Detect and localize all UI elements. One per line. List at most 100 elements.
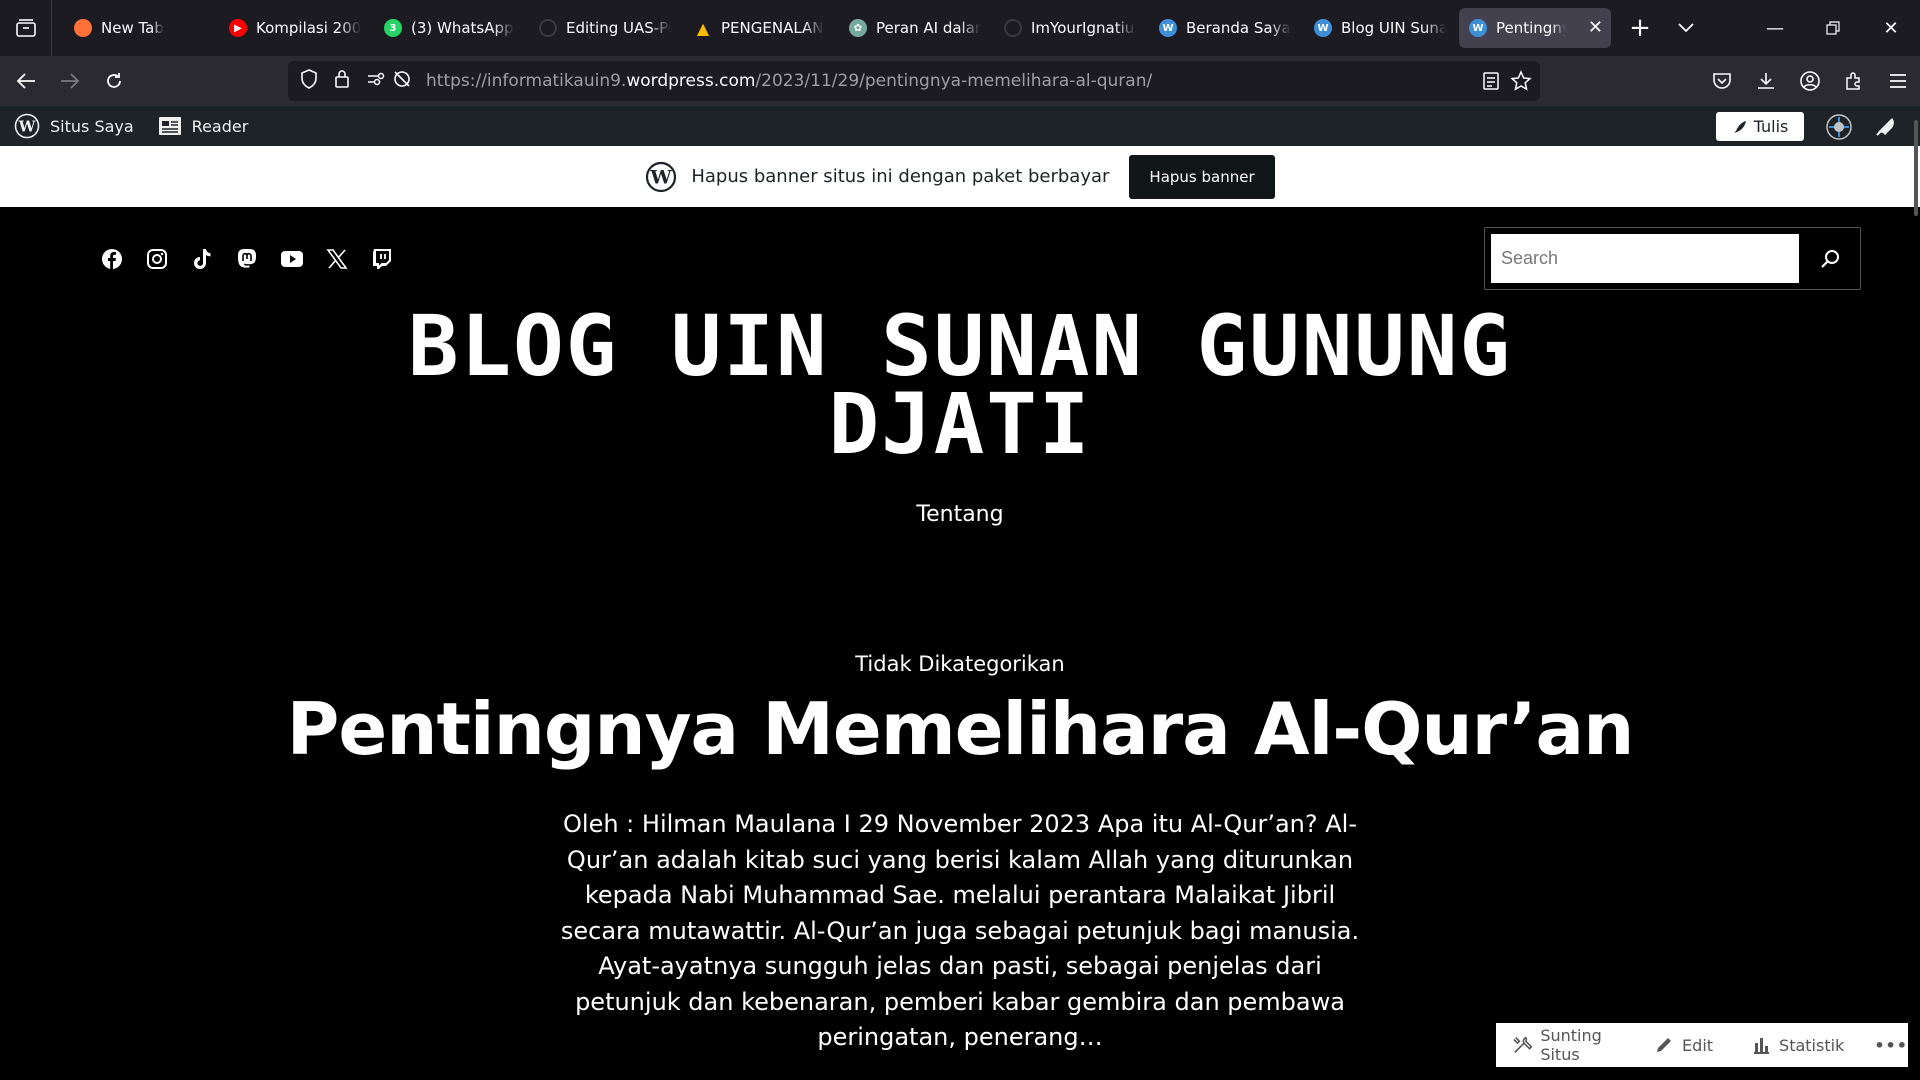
whatsapp-icon: 3 <box>384 19 402 37</box>
wordpress-admin-bar: W Situs Saya Reader Tulis <box>0 106 1920 146</box>
tracking-blocked-icon[interactable] <box>392 69 412 93</box>
browser-tab[interactable]: W Blog UIN Sunan <box>1304 8 1456 48</box>
tab-list-icon[interactable] <box>0 0 52 56</box>
url-text[interactable]: https://informatikauin9.wordpress.com/20… <box>426 71 1152 91</box>
post-category[interactable]: Tidak Dikategorikan <box>0 652 1920 676</box>
pocket-icon[interactable] <box>1700 59 1744 103</box>
reader-view-icon[interactable] <box>1482 71 1500 95</box>
browser-tab[interactable]: ▶ Kompilasi 2000 <box>219 8 371 48</box>
pen-icon <box>1733 120 1746 133</box>
browser-tab[interactable]: ImYourIgnatius <box>994 8 1146 48</box>
browser-tab[interactable]: New Tab <box>64 8 216 48</box>
account-icon[interactable] <box>1788 59 1832 103</box>
navigation-toolbar: https://informatikauin9.wordpress.com/20… <box>0 56 1920 106</box>
browser-tab[interactable]: Editing UAS-Pe <box>529 8 681 48</box>
url-host: wordpress.com <box>626 71 756 91</box>
my-sites-link[interactable]: W Situs Saya <box>14 113 134 139</box>
permissions-icon[interactable] <box>366 71 386 91</box>
youtube-icon: ▶ <box>229 19 247 37</box>
site-title[interactable]: Blog UIN Sunan Gunung Djati <box>0 304 1920 466</box>
my-sites-label: Situs Saya <box>50 116 134 136</box>
drive-icon: ▲ <box>696 18 710 38</box>
facebook-icon[interactable] <box>100 247 124 271</box>
firefox-icon <box>74 19 92 37</box>
post-title[interactable]: Pentingnya Memelihara Al-Qur’an <box>0 687 1920 771</box>
github-icon <box>1004 19 1022 37</box>
forward-icon[interactable] <box>52 63 88 99</box>
scrollbar[interactable] <box>1914 120 1918 216</box>
search-button[interactable] <box>1805 234 1855 283</box>
search-icon <box>1821 249 1839 268</box>
url-prefix: https://informatikauin9. <box>426 71 627 91</box>
tab-label: Beranda Saya <box>1186 19 1291 37</box>
notifications-icon[interactable] <box>1874 114 1898 142</box>
tab-label: Pentingnya M <box>1496 19 1566 37</box>
edit-button[interactable]: Edit <box>1654 1035 1713 1055</box>
window-controls: — ✕ <box>1746 0 1920 56</box>
x-twitter-icon[interactable] <box>325 247 349 271</box>
address-bar[interactable]: https://informatikauin9.wordpress.com/20… <box>288 61 1540 101</box>
search-input[interactable] <box>1491 234 1799 283</box>
back-icon[interactable] <box>8 63 44 99</box>
instagram-icon[interactable] <box>145 247 169 271</box>
tiktok-icon[interactable] <box>190 247 214 271</box>
downloads-icon[interactable] <box>1744 59 1788 103</box>
youtube-icon[interactable] <box>280 247 304 271</box>
social-links <box>100 247 394 271</box>
write-button[interactable]: Tulis <box>1716 112 1804 141</box>
wordpress-logo-icon: W <box>14 113 40 139</box>
stats-label: Statistik <box>1779 1035 1845 1055</box>
remove-banner-button[interactable]: Hapus banner <box>1129 154 1275 199</box>
browser-tab-bar: New Tab ▶ Kompilasi 2000 3 (3) WhatsApp Editi… <box>0 0 1920 56</box>
nav-about-link[interactable]: Tentang <box>0 502 1920 527</box>
bar-chart-icon <box>1754 1038 1770 1054</box>
browser-tab[interactable]: W Pentingnya M ✕ <box>1459 8 1611 48</box>
site-admin-toolbar: Sunting Situs Edit Statistik ••• <box>1496 1023 1908 1067</box>
pencil-icon <box>1657 1038 1672 1052</box>
tab-label: Blog UIN Sunan <box>1341 19 1446 37</box>
url-path: /2023/11/29/pentingnya-memelihara-al-qur… <box>755 71 1153 91</box>
tab-label: New Tab <box>101 19 164 37</box>
tab-label: Kompilasi 2000 <box>256 19 361 37</box>
close-window-icon[interactable]: ✕ <box>1862 0 1920 56</box>
browser-tab[interactable]: ▲ PENGENALAN <box>684 8 836 48</box>
toolbar-right <box>1700 56 1920 106</box>
more-options-icon[interactable]: ••• <box>1874 1036 1908 1055</box>
reader-icon <box>158 117 181 135</box>
svg-text:W: W <box>650 166 673 188</box>
bookmark-star-icon[interactable] <box>1510 70 1532 96</box>
tools-icon <box>1513 1036 1533 1053</box>
tab-label: Editing UAS-Pe <box>566 19 671 37</box>
new-tab-button[interactable]: + <box>1620 8 1660 48</box>
github-icon <box>539 19 557 37</box>
lock-icon[interactable] <box>334 69 350 93</box>
twitch-icon[interactable] <box>370 247 394 271</box>
extensions-icon[interactable] <box>1832 59 1876 103</box>
restore-icon[interactable] <box>1804 0 1862 56</box>
stats-button[interactable]: Statistik <box>1751 1035 1844 1055</box>
browser-tab[interactable]: 3 (3) WhatsApp <box>374 8 526 48</box>
svg-text:W: W <box>18 118 37 136</box>
browser-tab[interactable]: W Beranda Saya <box>1149 8 1301 48</box>
avatar[interactable] <box>1826 114 1852 144</box>
edit-site-button[interactable]: Sunting Situs <box>1512 1026 1638 1064</box>
close-tab-icon[interactable]: ✕ <box>1588 18 1603 38</box>
tab-label: (3) WhatsApp <box>411 19 514 37</box>
write-label: Tulis <box>1753 117 1789 136</box>
reader-link[interactable]: Reader <box>158 116 248 136</box>
shield-icon[interactable] <box>300 69 318 93</box>
reload-icon[interactable] <box>96 63 132 99</box>
edit-site-label: Sunting Situs <box>1540 1026 1602 1064</box>
wordpress-icon: W <box>1314 19 1332 37</box>
browser-tab[interactable]: ✿ Peran AI dalam <box>839 8 991 48</box>
wordpress-logo-icon: W <box>646 161 677 192</box>
wordpress-icon: W <box>1159 19 1177 37</box>
tab-label: ImYourIgnatius <box>1031 19 1136 37</box>
chevron-down-icon[interactable] <box>1666 8 1706 48</box>
mastodon-icon[interactable] <box>235 247 259 271</box>
post-excerpt: Oleh : Hilman Maulana I 29 November 2023… <box>560 810 1360 1051</box>
minimize-icon[interactable]: — <box>1746 0 1804 56</box>
menu-icon[interactable] <box>1876 59 1920 103</box>
tab-label: Peran AI dalam <box>876 19 981 37</box>
chatgpt-icon: ✿ <box>849 19 867 37</box>
